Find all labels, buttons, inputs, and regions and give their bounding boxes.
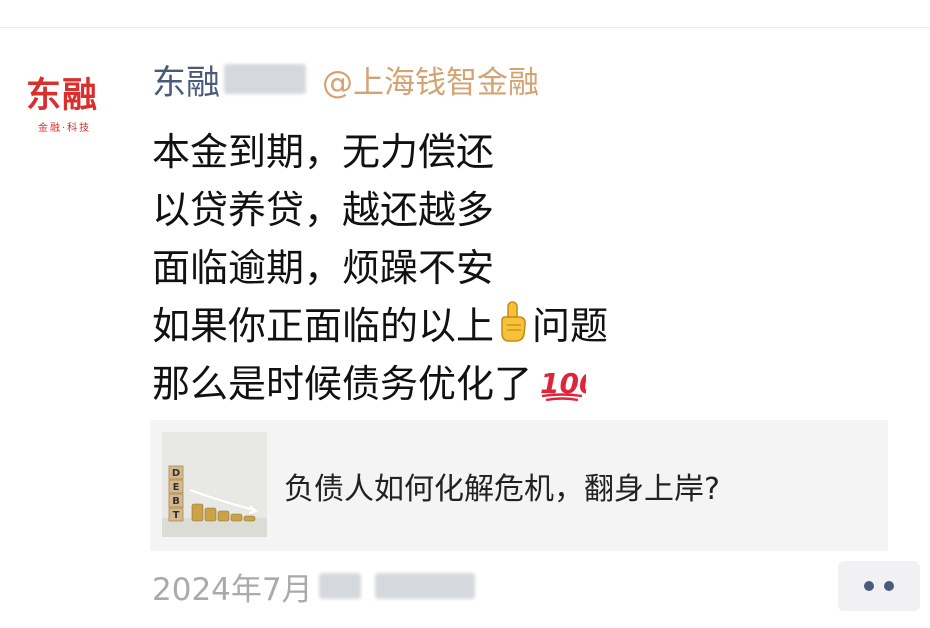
redacted-time-part xyxy=(374,573,475,599)
thumbnail-letter: E xyxy=(173,482,180,493)
link-card-title: 负债人如何化解危机，翻身上岸? xyxy=(284,472,720,507)
thumbnail-letter: T xyxy=(173,510,180,521)
post-body: 本金到期，无力偿还 以贷养贷，越还越多 面临逾期，烦躁不安 如果你正面临的以上问… xyxy=(152,123,608,413)
redacted-name-part xyxy=(224,64,306,94)
avatar-logo-text: 东融 xyxy=(26,76,99,116)
hundred-points-icon: 100 xyxy=(538,361,598,419)
avatar[interactable]: 东融 金融·科技 xyxy=(22,55,130,147)
post-line-5: 那么是时候债务优化了100 xyxy=(152,355,608,413)
post-line: 以贷养贷，越还越多 xyxy=(152,188,495,232)
more-dot-icon xyxy=(864,581,874,591)
post-line-4: 如果你正面临的以上 问题 xyxy=(152,297,608,355)
redacted-date-part xyxy=(318,573,361,599)
post-date: 2024年7月 xyxy=(152,566,475,608)
top-divider xyxy=(0,27,930,28)
pointing-up-icon xyxy=(498,301,528,359)
author-row: 东融 @上海钱智金融 xyxy=(152,57,539,103)
post-date-text: 2024年7月 xyxy=(152,571,313,608)
author-handle[interactable]: @上海钱智金融 xyxy=(322,57,539,102)
more-dot-icon xyxy=(884,581,894,591)
post-line-text: 那么是时候债务优化了 xyxy=(152,362,533,406)
article-thumbnail: D E B T xyxy=(162,432,267,537)
post-line-suffix: 问题 xyxy=(532,304,609,348)
post-line: 本金到期，无力偿还 xyxy=(152,130,495,174)
link-card[interactable]: D E B T 负债人如何化解危机，翻身上岸? xyxy=(150,420,888,551)
more-options-button[interactable] xyxy=(838,561,920,611)
post-line-text: 如果你正面临的以上 xyxy=(152,304,495,348)
avatar-logo-subtext: 金融·科技 xyxy=(38,123,92,134)
author-name[interactable]: 东融 xyxy=(152,55,220,104)
thumbnail-letter: D xyxy=(172,468,180,479)
thumbnail-letter: B xyxy=(172,496,180,507)
post-line: 面临逾期，烦躁不安 xyxy=(152,246,495,290)
